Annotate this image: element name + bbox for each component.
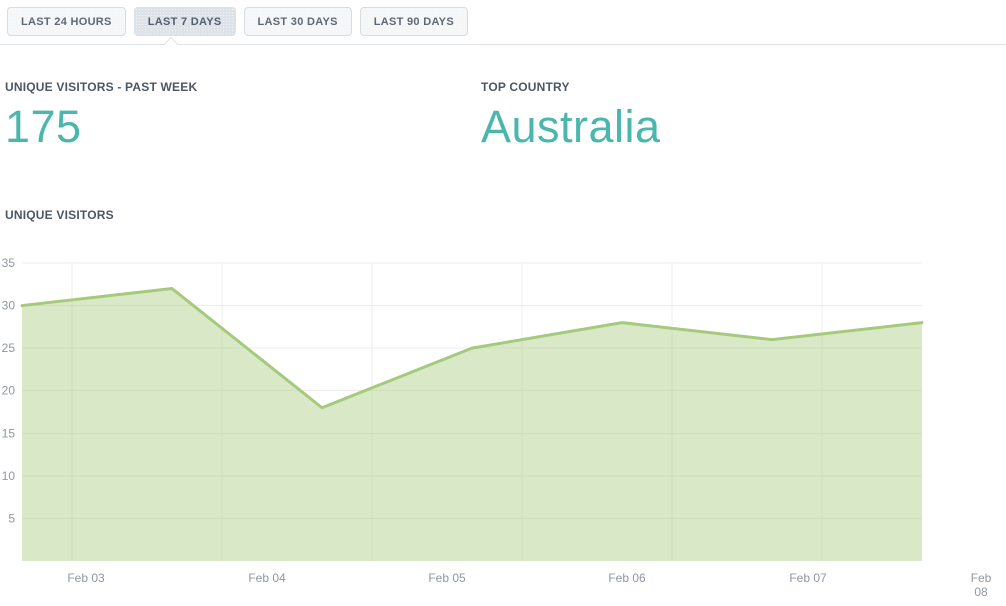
chart-plot-area[interactable] (22, 289, 922, 561)
y-tick-label: 20 (2, 384, 16, 398)
tab-last-7-days[interactable]: LAST 7 DAYS (134, 7, 236, 36)
tab-last-90-days[interactable]: LAST 90 DAYS (360, 7, 468, 36)
selected-tab-pointer (164, 37, 178, 51)
metric-top-country: TOP COUNTRY Australia (481, 80, 661, 149)
tabs-divider (0, 44, 1006, 45)
y-tick-label: 30 (2, 299, 16, 313)
metric-value: Australia (481, 104, 661, 149)
tab-last-30-days[interactable]: LAST 30 DAYS (244, 7, 352, 36)
x-tick-label: Feb 04 (248, 571, 286, 585)
chart-title: UNIQUE VISITORS (5, 208, 114, 222)
x-tick-label: Feb (971, 571, 992, 585)
y-tick-label: 15 (2, 426, 16, 440)
x-tick-label: Feb 03 (67, 571, 105, 585)
tab-last-24-hours[interactable]: LAST 24 HOURS (7, 7, 126, 36)
metric-label: TOP COUNTRY (481, 80, 661, 94)
x-tick-label: Feb 05 (428, 571, 466, 585)
metric-unique-visitors-past-week: UNIQUE VISITORS - PAST WEEK 175 (5, 80, 197, 149)
unique-visitors-area-chart: 5101520253035Feb 03Feb 04Feb 05Feb 06Feb… (0, 255, 1006, 606)
x-tick-label: Feb 07 (789, 571, 827, 585)
y-tick-label: 10 (2, 469, 16, 483)
y-tick-label: 25 (2, 341, 16, 355)
x-tick-label: Feb 06 (608, 571, 646, 585)
time-range-tabs: LAST 24 HOURS LAST 7 DAYS LAST 30 DAYS L… (7, 7, 468, 36)
x-tick-label: 08 (974, 585, 988, 599)
y-axis-labels: 5 10 15 20 25 30 35 (2, 256, 16, 525)
metric-label: UNIQUE VISITORS - PAST WEEK (5, 80, 197, 94)
x-axis-labels: Feb 03 Feb 04 Feb 05 Feb 06 Feb 07 Feb08 (67, 571, 991, 599)
metric-value: 175 (5, 104, 197, 149)
y-tick-label: 35 (2, 256, 16, 270)
y-tick-label: 5 (8, 511, 15, 525)
